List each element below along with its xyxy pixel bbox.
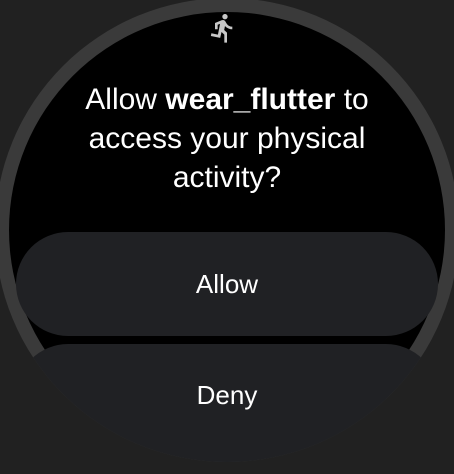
allow-label: Allow	[195, 268, 259, 299]
allow-button[interactable]: Allow	[16, 232, 438, 336]
permission-dialog: Allow wear_flutter to access your physic…	[0, 0, 454, 462]
title-prefix: Allow	[85, 83, 166, 116]
app-name: wear_flutter	[165, 83, 336, 116]
dialog-title: Allow wear_flutter to access your physic…	[40, 80, 414, 197]
directions-run-icon	[210, 13, 233, 43]
deny-label: Deny	[196, 380, 258, 410]
